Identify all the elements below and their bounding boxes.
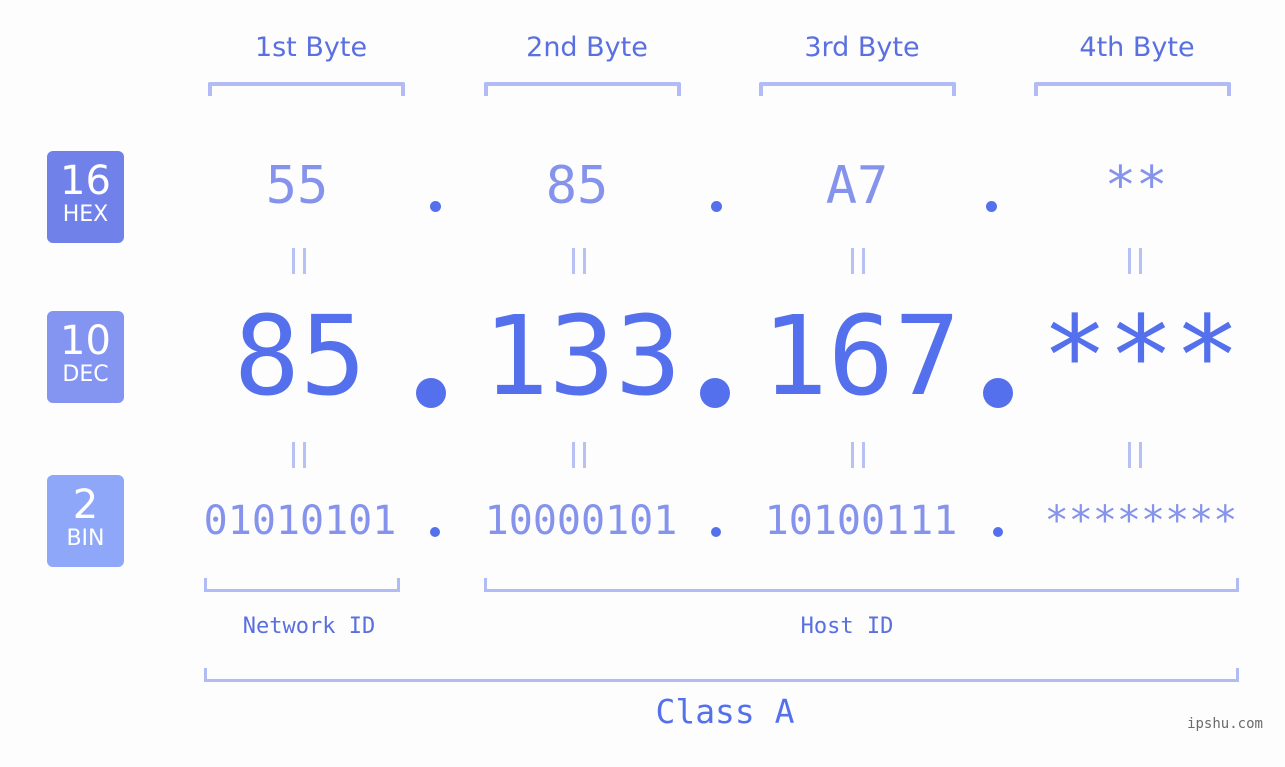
- bin-separator-dot: [711, 527, 721, 537]
- equals-icon: [572, 442, 586, 468]
- byte-label-3: 3rd Byte: [804, 32, 920, 63]
- hex-badge-number: 16: [60, 158, 111, 204]
- hex-separator-dot: [711, 201, 722, 212]
- dec-separator-dot: [700, 378, 730, 408]
- bin-byte-1: 01010101: [203, 498, 397, 544]
- bin-byte-2: 10000101: [484, 498, 678, 544]
- dec-badge-number: 10: [60, 318, 111, 364]
- byte-bracket-1: [208, 82, 405, 96]
- byte-bracket-4: [1034, 82, 1231, 96]
- equals-icon: [572, 248, 586, 274]
- network-id-label: Network ID: [242, 614, 376, 639]
- hex-byte-3: A7: [825, 156, 889, 216]
- bin-byte-4: ********: [1044, 498, 1238, 544]
- bin-separator-dot: [993, 527, 1003, 537]
- dec-badge-label: DEC: [62, 362, 109, 387]
- equals-icon: [1128, 442, 1142, 468]
- hex-badge: 16 HEX: [47, 151, 124, 243]
- network-id-bracket: [204, 578, 400, 592]
- bin-separator-dot: [430, 527, 440, 537]
- class-bracket: [204, 668, 1239, 682]
- byte-bracket-2: [484, 82, 681, 96]
- byte-bracket-3: [759, 82, 956, 96]
- dec-byte-4: ***: [1041, 292, 1241, 420]
- byte-label-1: 1st Byte: [254, 32, 368, 63]
- equals-icon: [1128, 248, 1142, 274]
- bin-byte-3: 10100111: [764, 498, 958, 544]
- hex-byte-4: **: [1104, 156, 1168, 216]
- dec-byte-1: 85: [233, 292, 367, 420]
- hex-separator-dot: [986, 201, 997, 212]
- dec-byte-2: 133: [482, 292, 682, 420]
- byte-label-4: 4th Byte: [1079, 32, 1195, 63]
- dec-byte-3: 167: [761, 292, 961, 420]
- hex-badge-label: HEX: [62, 202, 109, 227]
- watermark: ipshu.com: [1187, 716, 1263, 732]
- host-id-label: Host ID: [800, 614, 894, 639]
- dec-separator-dot: [416, 378, 446, 408]
- host-id-bracket: [484, 578, 1239, 592]
- hex-separator-dot: [430, 201, 441, 212]
- equals-icon: [292, 442, 306, 468]
- hex-byte-2: 85: [545, 156, 609, 216]
- equals-icon: [292, 248, 306, 274]
- dec-separator-dot: [983, 378, 1013, 408]
- byte-label-2: 2nd Byte: [526, 32, 648, 63]
- equals-icon: [851, 442, 865, 468]
- bin-badge: 2 BIN: [47, 475, 124, 567]
- dec-badge: 10 DEC: [47, 311, 124, 403]
- bin-badge-label: BIN: [66, 526, 105, 551]
- hex-byte-1: 55: [265, 156, 329, 216]
- bin-badge-number: 2: [72, 482, 99, 528]
- equals-icon: [851, 248, 865, 274]
- ip-class-label: Class A: [655, 692, 795, 731]
